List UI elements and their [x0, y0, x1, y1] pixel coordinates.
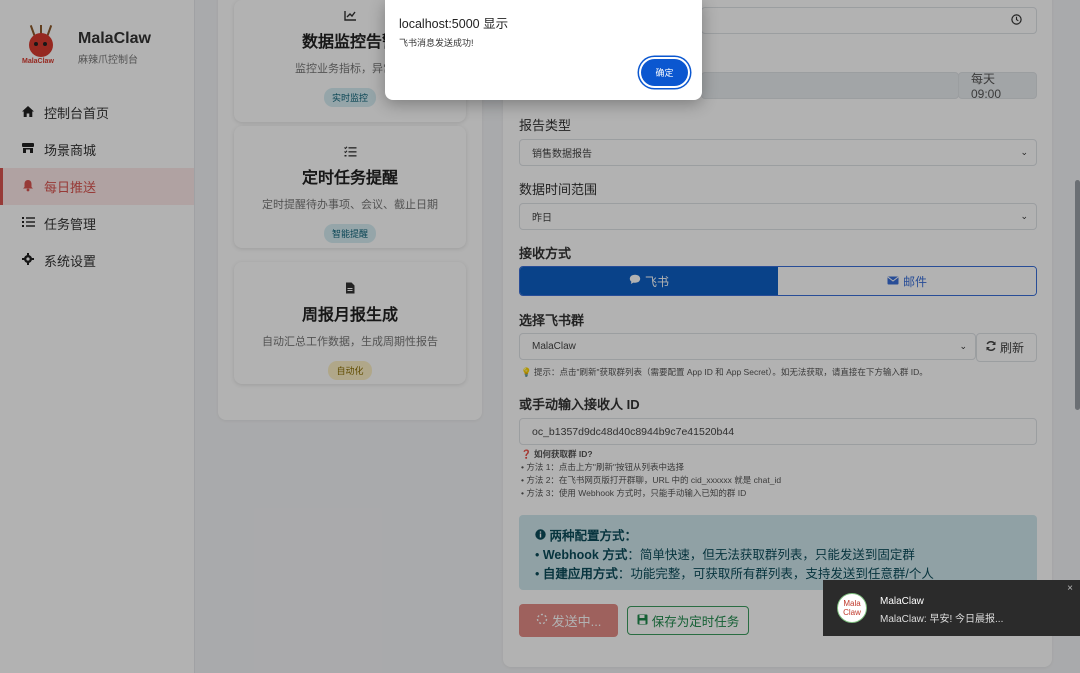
- notification-toast[interactable]: Mala Claw MalaClaw MalaClaw: 早安! 今日晨报...…: [823, 580, 1080, 636]
- close-icon[interactable]: ×: [1067, 583, 1073, 594]
- alert-dialog: localhost:5000 显示 飞书消息发送成功! 确定: [385, 0, 702, 100]
- ok-button[interactable]: 确定: [641, 59, 688, 86]
- toast-title: MalaClaw: [880, 596, 924, 607]
- modal-backdrop: [0, 0, 1080, 673]
- alert-title: localhost:5000 显示: [399, 17, 509, 31]
- toast-body: MalaClaw: 早安! 今日晨报...: [880, 614, 1004, 625]
- toast-avatar: Mala Claw: [837, 593, 867, 623]
- alert-message: 飞书消息发送成功!: [399, 38, 474, 48]
